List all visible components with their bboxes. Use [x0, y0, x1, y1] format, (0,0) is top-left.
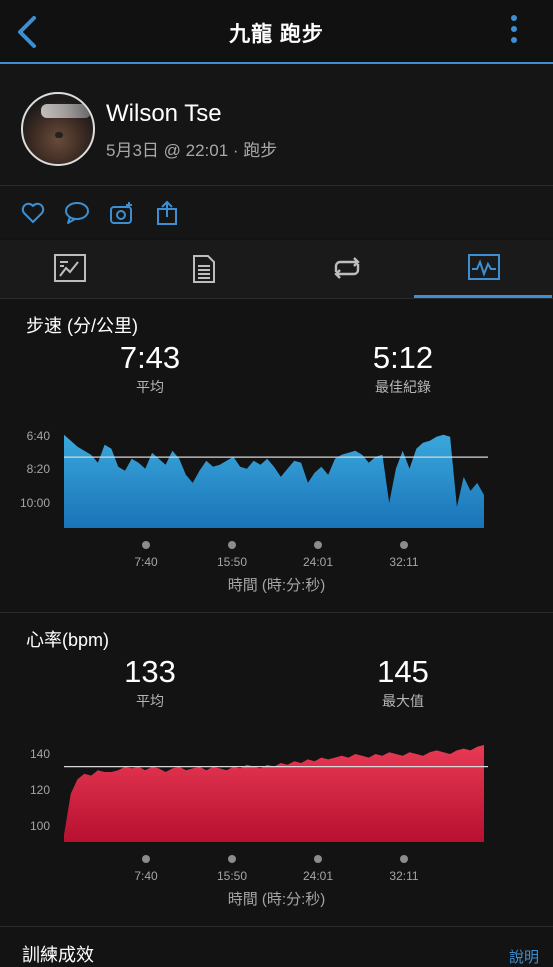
- x-axis-dot: [228, 855, 236, 863]
- x-axis-dot: [400, 541, 408, 549]
- user-name[interactable]: Wilson Tse: [106, 100, 222, 128]
- hr-x-tick: 32:11: [389, 869, 419, 883]
- x-axis-dot: [400, 855, 408, 863]
- tab-laps[interactable]: [276, 240, 414, 296]
- hr-x-tick: 24:01: [302, 869, 334, 883]
- hr-avg-value: 133: [124, 654, 176, 689]
- avatar[interactable]: [21, 92, 95, 166]
- pace-y-tick: 8:20: [26, 462, 50, 476]
- comment-icon[interactable]: [64, 200, 90, 226]
- tab-summary[interactable]: [0, 240, 138, 296]
- pace-chart[interactable]: [64, 425, 488, 528]
- action-bar: [0, 186, 553, 238]
- pace-x-tick: 32:11: [389, 555, 419, 569]
- help-link[interactable]: 說明: [509, 946, 539, 967]
- pace-y-tick: 6:40: [26, 429, 50, 443]
- divider: [0, 612, 553, 613]
- pace-section-label: 步速 (分/公里): [26, 316, 138, 336]
- tab-charts[interactable]: [414, 240, 552, 298]
- top-bar: 九龍 跑步: [0, 0, 553, 64]
- x-axis-dot: [314, 855, 322, 863]
- repeat-icon: [334, 257, 360, 279]
- x-axis-dot: [142, 541, 150, 549]
- tab-details[interactable]: [138, 240, 276, 296]
- hr-x-axis-label: 時間 (時:分:秒): [227, 891, 326, 908]
- divider: [0, 298, 553, 299]
- x-axis-dot: [314, 541, 322, 549]
- heart-icon[interactable]: [20, 200, 46, 226]
- hr-y-tick: 140: [29, 747, 50, 761]
- pace-x-tick: 15:50: [216, 555, 248, 569]
- heart-rate-chart[interactable]: [64, 740, 488, 842]
- training-effect-label: 訓練成效: [22, 945, 94, 965]
- pace-x-tick: 24:01: [302, 555, 334, 569]
- document-icon: [193, 255, 215, 283]
- divider: [0, 926, 553, 927]
- pace-x-axis-label: 時間 (時:分:秒): [227, 577, 326, 594]
- pace-y-tick: 10:00: [19, 496, 50, 510]
- pace-avg-label: 平均: [136, 379, 164, 395]
- hr-max-label: 最大值: [382, 693, 424, 709]
- hr-area: [64, 745, 484, 842]
- activity-profile: Wilson Tse 5月3日 @ 22:01 · 跑步: [0, 64, 553, 184]
- hr-y-tick: 100: [29, 819, 50, 833]
- page-title: 九龍 跑步: [229, 23, 324, 46]
- hr-x-tick: 15:50: [216, 869, 248, 883]
- more-options-icon[interactable]: [509, 15, 519, 49]
- hr-section-label: 心率(bpm): [26, 630, 110, 650]
- pace-avg-value: 7:43: [119, 340, 181, 375]
- share-icon[interactable]: [154, 200, 180, 226]
- pace-best-value: 5:12: [372, 340, 434, 375]
- x-axis-dot: [142, 855, 150, 863]
- hr-x-tick: 7:40: [134, 869, 158, 883]
- x-axis-dot: [228, 541, 236, 549]
- activity-meta: 5月3日 @ 22:01 · 跑步: [106, 141, 278, 160]
- pace-best-label: 最佳紀錄: [375, 379, 431, 395]
- pace-area: [64, 434, 484, 528]
- camera-add-icon[interactable]: [109, 200, 135, 226]
- hr-y-tick: 120: [29, 783, 50, 797]
- hr-max-value: 145: [377, 654, 429, 689]
- pace-x-tick: 7:40: [134, 555, 158, 569]
- hr-avg-label: 平均: [136, 693, 164, 709]
- tab-bar: [0, 240, 553, 298]
- summary-icon: [54, 254, 86, 282]
- chart-icon: [468, 254, 500, 280]
